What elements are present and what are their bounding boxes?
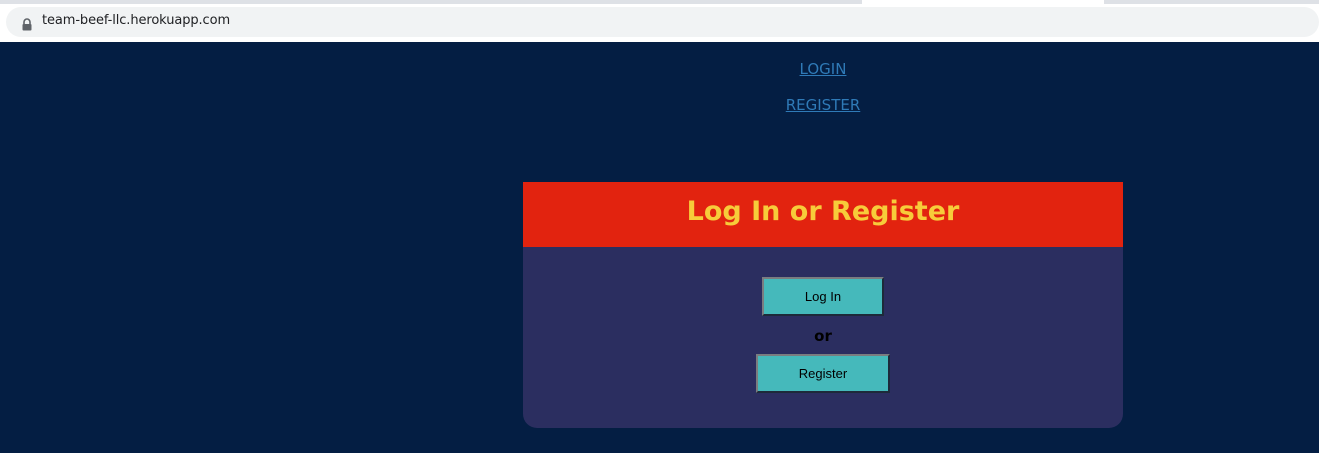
card-header: Log In or Register xyxy=(523,182,1123,247)
url-text[interactable]: team-beef-llc.herokuapp.com xyxy=(42,13,230,28)
card-title: Log In or Register xyxy=(686,196,960,227)
tab-strip xyxy=(0,0,1319,4)
log-in-button[interactable]: Log In xyxy=(762,277,884,316)
nav-login-link[interactable]: LOGIN xyxy=(523,60,1123,78)
auth-card: Log In or Register Log In or Register xyxy=(523,182,1123,428)
active-tab[interactable] xyxy=(862,0,1104,4)
lock-icon[interactable] xyxy=(21,16,33,31)
nav-register-link[interactable]: REGISTER xyxy=(523,96,1123,114)
browser-toolbar: team-beef-llc.herokuapp.com xyxy=(0,0,1319,42)
address-bar[interactable]: team-beef-llc.herokuapp.com xyxy=(6,7,1319,37)
or-separator: or xyxy=(814,327,832,345)
register-button[interactable]: Register xyxy=(756,354,890,393)
page-body: LOGIN REGISTER Log In or Register Log In… xyxy=(0,42,1319,453)
